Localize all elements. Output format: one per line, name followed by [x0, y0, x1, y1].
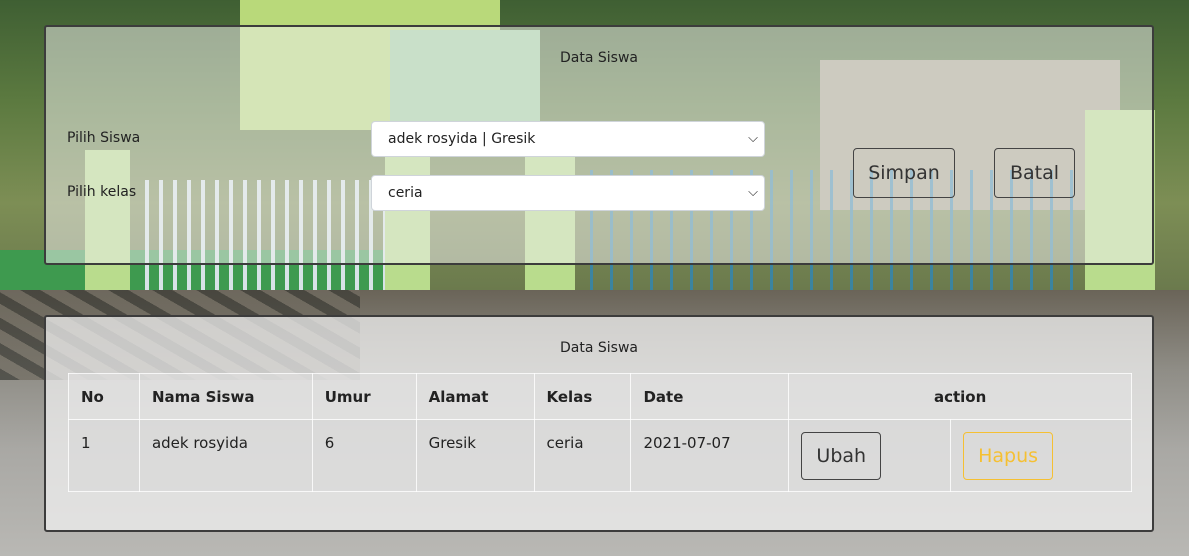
save-button[interactable]: Simpan [853, 148, 955, 198]
kelas-select[interactable]: ceria ⌵ [371, 175, 765, 211]
student-form-panel: Data Siswa Pilih Siswa adek rosyida | Gr… [44, 25, 1154, 265]
col-header-alamat: Alamat [415, 373, 535, 420]
edit-button[interactable]: Ubah [801, 432, 882, 480]
siswa-label: Pilih Siswa [67, 130, 141, 146]
cell-edit: Ubah [788, 419, 952, 492]
form-title: Data Siswa [560, 50, 638, 66]
table-row: 1 adek rosyida 6 Gresik ceria 2021-07-07… [68, 419, 1132, 492]
table-title: Data Siswa [560, 340, 638, 356]
delete-button[interactable]: Hapus [963, 432, 1054, 480]
table-header-row: No Nama Siswa Umur Alamat Kelas Date act… [68, 373, 1132, 420]
cell-nama: adek rosyida [138, 419, 313, 492]
col-header-umur: Umur [311, 373, 417, 420]
cell-no: 1 [68, 419, 140, 492]
student-table: No Nama Siswa Umur Alamat Kelas Date act… [68, 373, 1132, 492]
cell-umur: 6 [311, 419, 417, 492]
kelas-select-value: ceria [388, 185, 423, 201]
siswa-select-value: adek rosyida | Gresik [388, 131, 536, 147]
col-header-no: No [68, 373, 140, 420]
cell-date: 2021-07-07 [630, 419, 790, 492]
cancel-button[interactable]: Batal [994, 148, 1075, 198]
col-header-date: Date [630, 373, 790, 420]
cell-kelas: ceria [533, 419, 632, 492]
siswa-select[interactable]: adek rosyida | Gresik ⌵ [371, 121, 765, 157]
col-header-action: action [788, 373, 1132, 420]
chevron-down-icon: ⌵ [748, 131, 758, 146]
col-header-nama: Nama Siswa [138, 373, 313, 420]
kelas-label: Pilih kelas [67, 184, 137, 200]
chevron-down-icon: ⌵ [748, 185, 758, 200]
cell-delete: Hapus [950, 419, 1132, 492]
cell-alamat: Gresik [415, 419, 535, 492]
student-table-panel: Data Siswa No Nama Siswa Umur Alamat Kel… [44, 315, 1154, 532]
col-header-kelas: Kelas [533, 373, 632, 420]
